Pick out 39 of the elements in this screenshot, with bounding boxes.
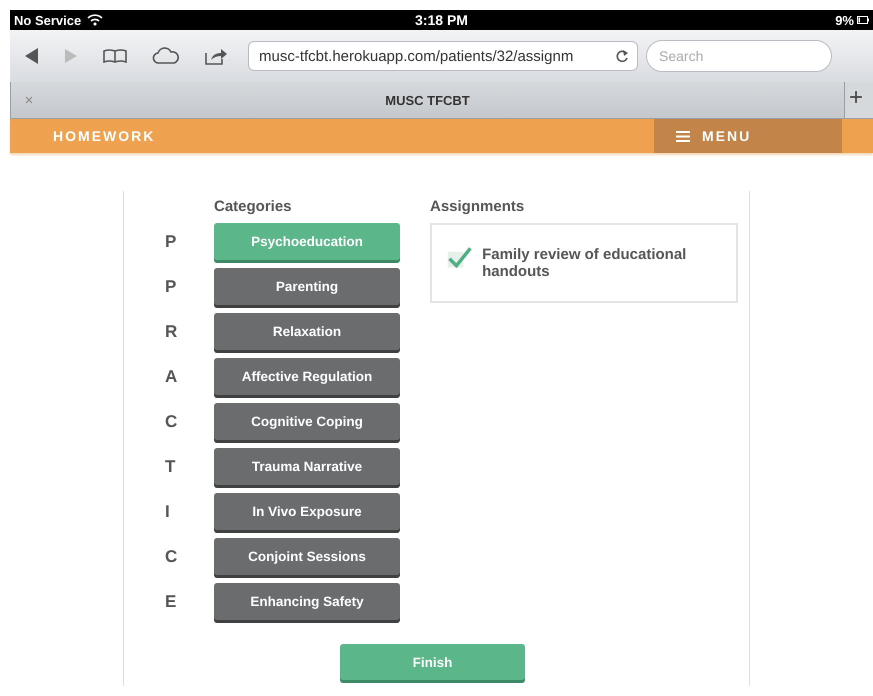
acronym-letter: A (165, 366, 178, 386)
book-icon[interactable] (102, 48, 128, 64)
acronym-letter: C (165, 412, 178, 432)
wifi-icon (87, 14, 104, 26)
share-icon[interactable] (204, 46, 228, 66)
carrier-label: No Service (14, 12, 82, 28)
browser-tab[interactable]: × MUSC TFCBT (10, 82, 844, 118)
battery-icon (856, 15, 869, 25)
new-tab-button[interactable]: + (844, 82, 873, 118)
category-button[interactable]: Cognitive Coping (214, 403, 400, 440)
assignment-text: Family review of educational handouts (482, 245, 688, 280)
acronym-letter: P (165, 276, 178, 296)
url-text: musc-tfcbt.herokuapp.com/patients/32/assignm (259, 48, 574, 64)
category-button[interactable]: Enhancing Safety (214, 583, 400, 620)
acronym-letter: I (165, 502, 171, 522)
cloud-icon[interactable] (152, 47, 180, 65)
acronym-letter: R (165, 322, 178, 342)
category-button[interactable]: Affective Regulation (214, 358, 400, 395)
back-icon[interactable] (24, 47, 40, 65)
acronym-letter: E (165, 592, 178, 612)
tab-title: MUSC TFCBT (384, 92, 471, 108)
section-heading: Categories (214, 198, 293, 215)
section-heading: Assignments (430, 198, 526, 215)
address-field[interactable]: musc-tfcbt.herokuapp.com/patients/32/assignm (248, 41, 638, 71)
acronym-letter: C (165, 546, 178, 566)
category-button[interactable]: Trauma Narrative (214, 448, 400, 485)
category-button[interactable]: Parenting (214, 268, 400, 305)
category-button[interactable]: Relaxation (214, 313, 400, 350)
category-button[interactable]: Conjoint Sessions (214, 538, 400, 575)
acronym-letter: T (165, 456, 176, 476)
menu-icon (676, 130, 690, 142)
battery-percent: 9% (835, 12, 854, 28)
reload-icon[interactable] (615, 48, 629, 64)
clock-time: 3:18 PM (415, 12, 468, 28)
menu-button[interactable]: MENU (654, 119, 842, 153)
page-title: HOMEWORK (53, 128, 156, 144)
category-button[interactable]: In Vivo Exposure (214, 493, 400, 530)
acronym-letter: P (165, 232, 178, 252)
search-field[interactable]: Search (646, 40, 832, 72)
